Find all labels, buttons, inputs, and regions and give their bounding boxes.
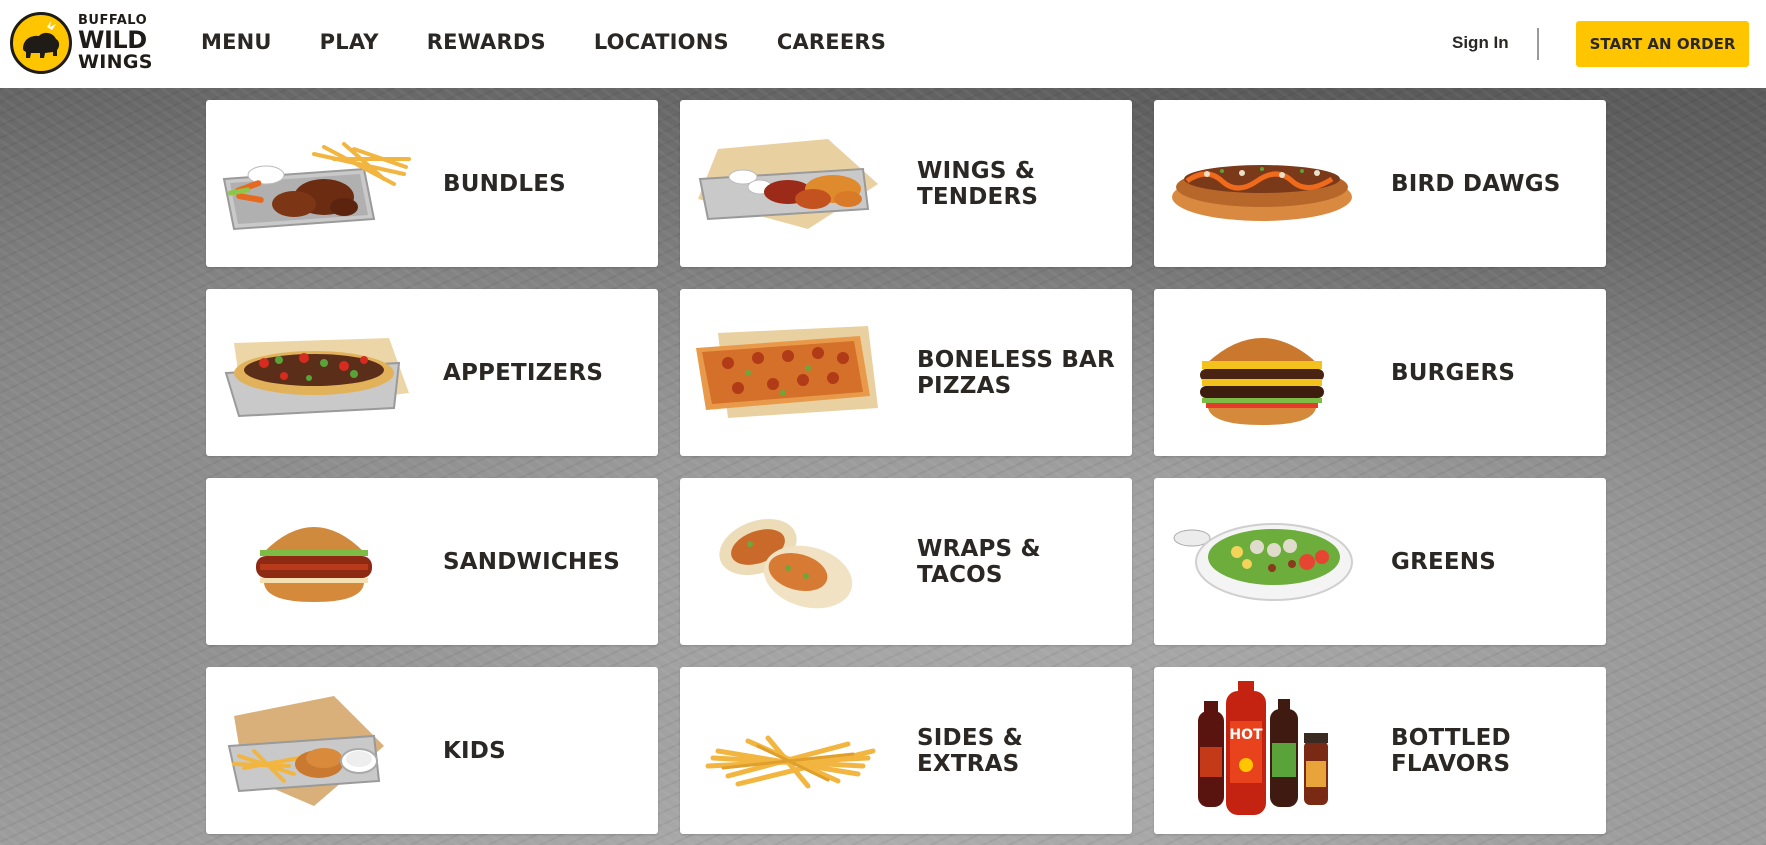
nav-item-careers[interactable]: CAREERS <box>777 30 886 54</box>
category-card-sides-extras[interactable]: SIDES & EXTRAS <box>680 667 1132 834</box>
category-label: BUNDLES <box>443 170 566 197</box>
category-label: SIDES & EXTRAS <box>917 724 1023 777</box>
sauce-bottles-icon: HOT <box>1162 680 1362 821</box>
category-label: GREENS <box>1391 548 1497 575</box>
header-divider <box>1537 28 1539 60</box>
wings-tray-icon <box>688 114 888 254</box>
category-label: KIDS <box>443 737 506 764</box>
svg-text:HOT: HOT <box>1229 727 1263 743</box>
main-nav: MENU PLAY REWARDS LOCATIONS CAREERS <box>201 30 934 54</box>
brand-wordmark: BUFFALO WILD WINGS <box>78 14 153 72</box>
category-card-kids[interactable]: KIDS <box>206 667 658 834</box>
category-label: APPETIZERS <box>443 359 604 386</box>
salad-bowl-icon <box>1162 492 1362 632</box>
menu-category-grid: BUNDLES WINGS & TENDERS BIRD DAWGS APPET… <box>206 100 1606 834</box>
category-label: WRAPS & TACOS <box>917 535 1041 588</box>
nachos-icon <box>214 303 414 443</box>
bundle-tray-icon <box>214 114 414 254</box>
bird-dawg-icon <box>1162 114 1362 254</box>
start-order-button[interactable]: START AN ORDER <box>1576 21 1749 67</box>
buffalo-logo-icon <box>10 12 72 74</box>
category-label: BURGERS <box>1391 359 1516 386</box>
brand-line-3: WINGS <box>78 51 153 73</box>
burger-icon <box>1162 303 1362 443</box>
category-card-boneless-bar-pizzas[interactable]: BONELESS BAR PIZZAS <box>680 289 1132 456</box>
category-label: SANDWICHES <box>443 548 621 575</box>
nav-item-locations[interactable]: LOCATIONS <box>594 30 729 54</box>
category-label: WINGS & TENDERS <box>917 157 1039 210</box>
fries-icon <box>688 681 888 821</box>
brand-logo[interactable]: BUFFALO WILD WINGS <box>10 12 153 74</box>
category-card-bundles[interactable]: BUNDLES <box>206 100 658 267</box>
category-label: BONELESS BAR PIZZAS <box>917 346 1115 399</box>
category-card-greens[interactable]: GREENS <box>1154 478 1606 645</box>
brand-line-2: WILD <box>78 26 147 54</box>
category-card-burgers[interactable]: BURGERS <box>1154 289 1606 456</box>
category-card-appetizers[interactable]: APPETIZERS <box>206 289 658 456</box>
nav-item-play[interactable]: PLAY <box>320 30 379 54</box>
flatbread-pizza-icon <box>688 303 888 443</box>
sign-in-link[interactable]: Sign In <box>1452 33 1509 53</box>
nav-item-rewards[interactable]: REWARDS <box>427 30 546 54</box>
category-card-wings-tenders[interactable]: WINGS & TENDERS <box>680 100 1132 267</box>
category-card-wraps-tacos[interactable]: WRAPS & TACOS <box>680 478 1132 645</box>
category-label: BIRD DAWGS <box>1391 170 1561 197</box>
chicken-sandwich-icon <box>214 492 414 632</box>
wrap-icon <box>688 492 888 632</box>
site-header: BUFFALO WILD WINGS MENU PLAY REWARDS LOC… <box>0 0 1766 88</box>
category-card-bottled-flavors[interactable]: HOT BOTTLED FLAVORS <box>1154 667 1606 834</box>
category-card-bird-dawgs[interactable]: BIRD DAWGS <box>1154 100 1606 267</box>
category-card-sandwiches[interactable]: SANDWICHES <box>206 478 658 645</box>
category-label: BOTTLED FLAVORS <box>1391 724 1511 777</box>
nav-item-menu[interactable]: MENU <box>201 30 272 54</box>
kids-basket-icon <box>214 681 414 821</box>
